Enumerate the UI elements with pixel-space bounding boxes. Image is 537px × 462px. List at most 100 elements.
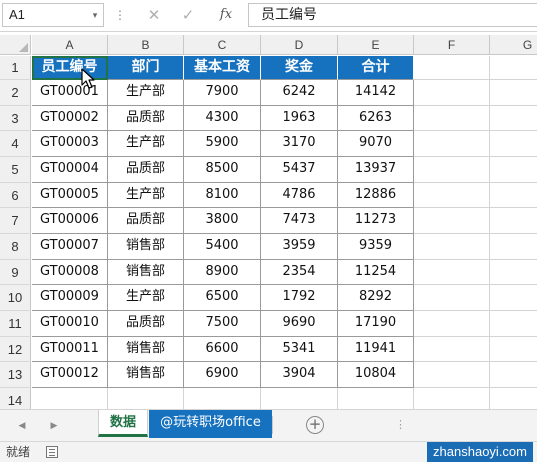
formula-input[interactable]: 员工编号: [248, 3, 537, 27]
empty-cell[interactable]: [490, 208, 537, 234]
table-cell[interactable]: 5400: [184, 234, 261, 260]
empty-cell[interactable]: [490, 80, 537, 106]
table-cell[interactable]: 2354: [261, 259, 338, 286]
empty-cell[interactable]: [414, 182, 490, 209]
table-cell[interactable]: 3170: [261, 131, 338, 157]
empty-cell[interactable]: [414, 336, 490, 363]
empty-cell[interactable]: [490, 337, 537, 363]
table-cell[interactable]: 6263: [338, 105, 414, 132]
empty-cell[interactable]: [490, 260, 537, 286]
empty-cell[interactable]: [414, 234, 490, 260]
table-cell[interactable]: 6242: [261, 80, 338, 106]
table-cell[interactable]: 销售部: [108, 234, 184, 260]
add-sheet-icon[interactable]: +: [306, 416, 324, 434]
table-cell[interactable]: 9690: [261, 311, 338, 337]
table-cell[interactable]: 生产部: [108, 131, 184, 157]
column-header-g[interactable]: G: [490, 35, 537, 55]
table-cell[interactable]: 9070: [338, 131, 414, 157]
empty-cell[interactable]: [108, 388, 184, 409]
table-cell[interactable]: 品质部: [108, 157, 184, 183]
row-header-8[interactable]: 8: [0, 234, 31, 260]
empty-cell[interactable]: [490, 388, 537, 409]
empty-cell[interactable]: [414, 311, 490, 337]
empty-cell[interactable]: [490, 234, 537, 260]
cancel-icon[interactable]: ✕: [146, 4, 162, 26]
column-header-b[interactable]: B: [108, 35, 184, 55]
table-cell[interactable]: 销售部: [108, 259, 184, 286]
table-cell[interactable]: GT00005: [32, 182, 108, 209]
table-cell[interactable]: 品质部: [108, 105, 184, 132]
row-header-1[interactable]: 1: [0, 56, 31, 80]
empty-cell[interactable]: [414, 157, 490, 183]
table-cell[interactable]: 生产部: [108, 285, 184, 312]
table-cell[interactable]: 6500: [184, 285, 261, 312]
empty-cell[interactable]: [490, 56, 537, 80]
row-header-6[interactable]: 6: [0, 182, 31, 209]
table-cell[interactable]: GT00008: [32, 259, 108, 286]
empty-cell[interactable]: [32, 388, 108, 409]
table-cell[interactable]: 7900: [184, 80, 261, 106]
empty-cell[interactable]: [490, 285, 537, 312]
table-cell[interactable]: 品质部: [108, 311, 184, 337]
empty-cell[interactable]: [414, 131, 490, 157]
table-cell[interactable]: 销售部: [108, 362, 184, 389]
empty-cell[interactable]: [490, 362, 537, 389]
select-all-button[interactable]: [0, 35, 31, 55]
table-cell[interactable]: GT00001: [32, 80, 108, 106]
table-cell[interactable]: GT00003: [32, 131, 108, 157]
table-cell[interactable]: GT00004: [32, 157, 108, 183]
table-cell[interactable]: GT00007: [32, 234, 108, 260]
row-header-2[interactable]: 2: [0, 80, 31, 106]
table-cell[interactable]: 12886: [338, 182, 414, 209]
empty-cell[interactable]: [338, 388, 414, 409]
row-header-11[interactable]: 11: [0, 311, 31, 337]
tab-split-handle-icon[interactable]: ⋮: [395, 418, 406, 431]
row-header-12[interactable]: 12: [0, 336, 31, 363]
sheet-tab-office[interactable]: @玩转职场office: [149, 410, 272, 438]
row-header-7[interactable]: 7: [0, 208, 31, 234]
table-cell[interactable]: 8900: [184, 259, 261, 286]
table-header-cell[interactable]: 部门: [108, 56, 184, 80]
table-cell[interactable]: 5900: [184, 131, 261, 157]
empty-cell[interactable]: [414, 285, 490, 312]
column-header-e[interactable]: E: [338, 35, 414, 55]
empty-cell[interactable]: [414, 56, 490, 80]
table-cell[interactable]: 1792: [261, 285, 338, 312]
table-cell[interactable]: 7500: [184, 311, 261, 337]
table-cell[interactable]: GT00010: [32, 311, 108, 337]
empty-cell[interactable]: [490, 131, 537, 157]
table-cell[interactable]: 5437: [261, 157, 338, 183]
empty-cell[interactable]: [261, 388, 338, 409]
table-cell[interactable]: 1963: [261, 105, 338, 132]
table-cell[interactable]: 13937: [338, 157, 414, 183]
row-header-4[interactable]: 4: [0, 131, 31, 157]
table-cell[interactable]: GT00011: [32, 336, 108, 363]
table-cell[interactable]: 6900: [184, 362, 261, 389]
table-cell[interactable]: 9359: [338, 234, 414, 260]
table-cell[interactable]: GT00012: [32, 362, 108, 389]
table-cell[interactable]: 3959: [261, 234, 338, 260]
table-cell[interactable]: 8292: [338, 285, 414, 312]
empty-cell[interactable]: [414, 388, 490, 409]
table-cell[interactable]: 14142: [338, 80, 414, 106]
empty-cell[interactable]: [490, 157, 537, 183]
column-header-f[interactable]: F: [414, 35, 490, 55]
table-cell[interactable]: 7473: [261, 208, 338, 234]
table-cell[interactable]: 11254: [338, 259, 414, 286]
table-cell[interactable]: 11941: [338, 336, 414, 363]
table-cell[interactable]: 3904: [261, 362, 338, 389]
table-cell[interactable]: 品质部: [108, 208, 184, 234]
table-cell[interactable]: 5341: [261, 336, 338, 363]
table-cell[interactable]: 生产部: [108, 80, 184, 106]
row-header-9[interactable]: 9: [0, 259, 31, 286]
empty-cell[interactable]: [184, 388, 261, 409]
empty-cell[interactable]: [414, 80, 490, 106]
table-cell[interactable]: 销售部: [108, 336, 184, 363]
table-cell[interactable]: 3800: [184, 208, 261, 234]
table-header-cell[interactable]: 合计: [338, 56, 414, 80]
table-cell[interactable]: 11273: [338, 208, 414, 234]
column-header-c[interactable]: C: [184, 35, 261, 55]
table-header-cell[interactable]: 奖金: [261, 56, 338, 80]
table-cell[interactable]: 6600: [184, 336, 261, 363]
empty-cell[interactable]: [414, 208, 490, 234]
